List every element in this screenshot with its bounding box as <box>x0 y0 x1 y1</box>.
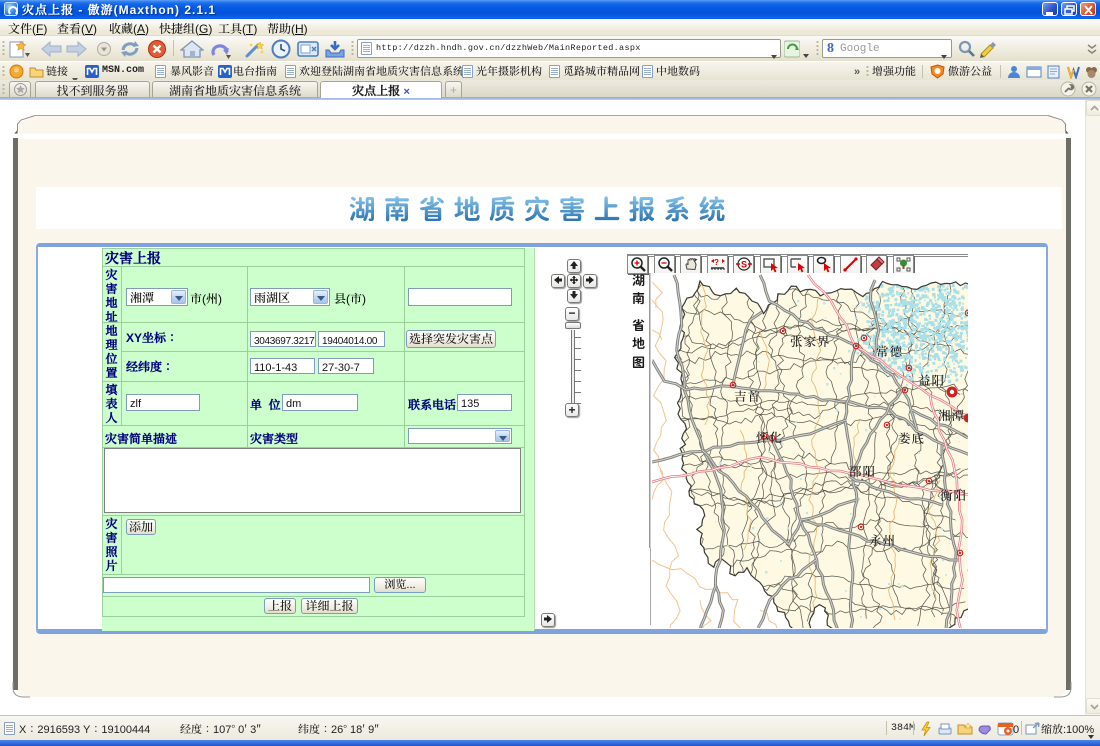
svg-text:S: S <box>741 259 747 270</box>
svg-text:常德: 常德 <box>876 344 903 359</box>
svg-text:湘潭: 湘潭 <box>938 408 965 423</box>
svg-text:永州: 永州 <box>869 533 896 548</box>
svg-text:益阳: 益阳 <box>918 373 945 388</box>
svg-text:怀化: 怀化 <box>756 430 783 445</box>
svg-text:张家界: 张家界 <box>790 334 831 349</box>
svg-text:吉首: 吉首 <box>734 389 761 404</box>
svg-text:邵阳: 邵阳 <box>849 464 876 479</box>
svg-text:娄底: 娄底 <box>898 431 925 446</box>
svg-text:?: ? <box>714 257 719 267</box>
svg-text:衡阳: 衡阳 <box>940 488 967 503</box>
